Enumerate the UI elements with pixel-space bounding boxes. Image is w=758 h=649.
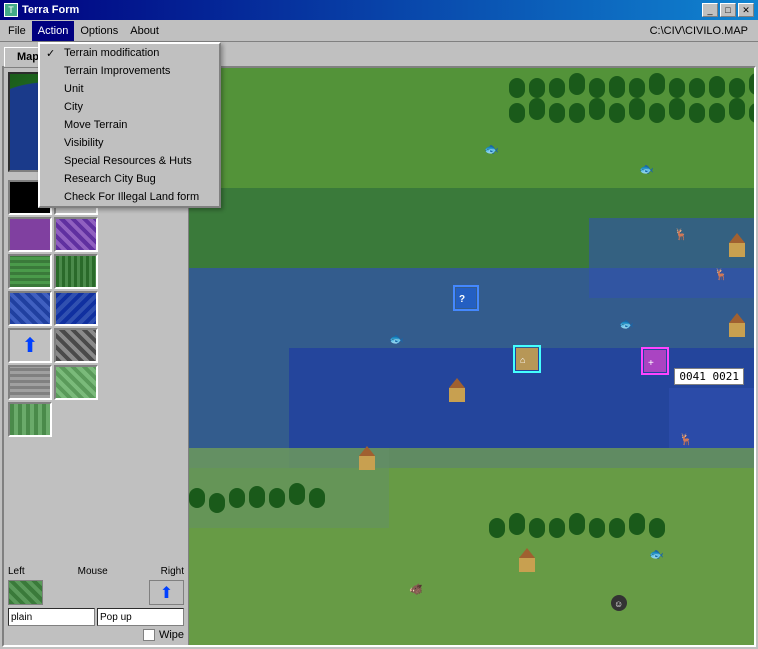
svg-text:+: +: [648, 358, 654, 369]
left-swatch: [8, 580, 43, 605]
palette-cell-lt-green[interactable]: [54, 365, 98, 400]
palette-cell-striped[interactable]: [54, 328, 98, 363]
close-button[interactable]: ✕: [738, 3, 754, 17]
palette-cell-green2[interactable]: [54, 254, 98, 289]
maximize-button[interactable]: □: [720, 3, 736, 17]
palette-cell-lt-green2[interactable]: [8, 402, 52, 437]
left-field: plain: [8, 608, 95, 626]
menu-about[interactable]: About: [124, 21, 165, 41]
wipe-checkbox[interactable]: [143, 629, 155, 641]
palette-cell-green[interactable]: [8, 254, 52, 289]
fish-icon5: 🐟: [649, 547, 664, 561]
svg-text:🦌: 🦌: [674, 228, 688, 241]
right-label: Right: [161, 566, 184, 577]
fish-icon2: 🐟: [639, 162, 654, 176]
fish-icon4: 🐟: [389, 332, 404, 346]
status-fields: plain Pop up: [8, 608, 184, 626]
map-canvas: 🐟 🐟 🐟 🐟 🐟 🦌 🦌 🦌 🐗: [189, 68, 754, 645]
menu-item-unit[interactable]: Unit: [40, 80, 219, 98]
action-dropdown-menu: Terrain modification Terrain Improvement…: [38, 42, 221, 208]
svg-text:?: ?: [459, 294, 465, 305]
left-label: Left: [8, 566, 25, 577]
right-swatch: ⬆: [149, 580, 184, 605]
menu-item-move-terrain[interactable]: Move Terrain: [40, 116, 219, 134]
status-area: Left Mouse Right ⬆ plain Pop up Wipe: [8, 566, 184, 641]
menu-action[interactable]: Action: [32, 21, 75, 41]
status-swatches: ⬆: [8, 580, 184, 605]
file-path: C:\CIV\CIVILO.MAP: [650, 25, 748, 37]
menu-item-special-resources[interactable]: Special Resources & Huts: [40, 152, 219, 170]
minimize-button[interactable]: _: [702, 3, 718, 17]
palette-cell-blue[interactable]: [8, 291, 52, 326]
svg-text:🦌: 🦌: [714, 268, 728, 281]
menu-item-check-illegal[interactable]: Check For Illegal Land form: [40, 188, 219, 206]
svg-text:⌂: ⌂: [520, 355, 525, 365]
svg-text:🐗: 🐗: [409, 583, 423, 596]
palette-cell-arrow[interactable]: ⬆: [8, 328, 52, 363]
palette-cell-purple[interactable]: [8, 217, 52, 252]
svg-text:☺: ☺: [614, 599, 623, 609]
mouse-label: Mouse: [78, 566, 108, 577]
menu-bar: File Action Options About C:\CIV\CIVILO.…: [0, 20, 758, 42]
right-field: Pop up: [97, 608, 184, 626]
palette-cell-gray[interactable]: [8, 365, 52, 400]
wipe-label: Wipe: [159, 629, 184, 641]
map-area[interactable]: 🐟 🐟 🐟 🐟 🐟 🦌 🦌 🦌 🐗: [189, 68, 754, 645]
window-controls[interactable]: _ □ ✕: [702, 3, 754, 17]
title-bar: T Terra Form _ □ ✕: [0, 0, 758, 20]
checkbox-row: Wipe: [8, 629, 184, 641]
app-icon: T: [4, 3, 18, 17]
coord-display: 0041 0021: [674, 368, 744, 385]
fish-icon: 🐟: [484, 142, 499, 156]
menu-item-city[interactable]: City: [40, 98, 219, 116]
menu-options[interactable]: Options: [74, 21, 124, 41]
svg-text:🦌: 🦌: [679, 433, 693, 446]
palette-cell-blue2[interactable]: [54, 291, 98, 326]
menu-item-visibility[interactable]: Visibility: [40, 134, 219, 152]
menu-item-research-city-bug[interactable]: Research City Bug: [40, 170, 219, 188]
menu-file[interactable]: File: [2, 21, 32, 41]
palette-grid: ⊕ ⬆: [8, 180, 184, 437]
fish-icon3: 🐟: [619, 317, 634, 331]
menu-item-terrain-improvements[interactable]: Terrain Improvements: [40, 62, 219, 80]
menu-item-terrain-mod[interactable]: Terrain modification: [40, 44, 219, 62]
palette-cell-purple2[interactable]: [54, 217, 98, 252]
window-title: Terra Form: [22, 4, 79, 16]
status-labels: Left Mouse Right: [8, 566, 184, 577]
